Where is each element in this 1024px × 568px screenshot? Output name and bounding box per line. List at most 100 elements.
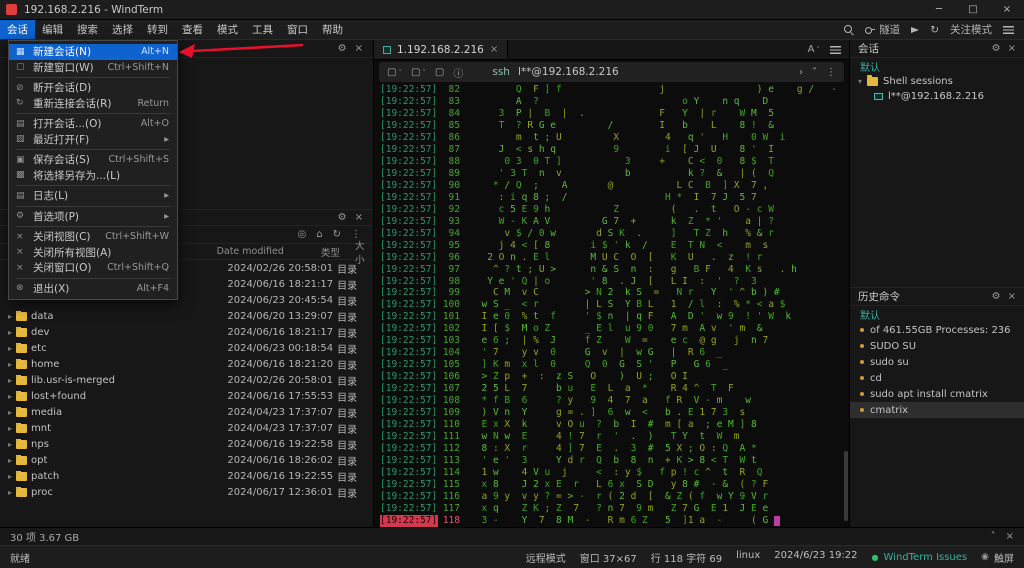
menubar-item-7[interactable]: 模式 (210, 20, 245, 39)
history-item[interactable]: SUDO SU (850, 338, 1024, 354)
statusbar-item-5[interactable]: 2024/6/23 19:22 (774, 550, 857, 565)
menu-item[interactable]: ▤打开会话...(O)Alt+O (9, 116, 177, 132)
expand-caret-icon[interactable]: ▾ (858, 77, 862, 86)
menu-item[interactable]: ▣保存会话(S)Ctrl+Shift+S (9, 152, 177, 168)
menu-item[interactable]: ▢新建窗口(W)Ctrl+Shift+N (9, 60, 177, 76)
history-item[interactable]: of 461.55GB Processes: 236 (850, 322, 1024, 338)
menubar-item-4[interactable]: 选择 (105, 20, 140, 39)
sessions-filter[interactable]: 默认 (850, 58, 1024, 74)
statusbar-item-2[interactable]: 窗口 37×67 (580, 550, 637, 565)
expand-caret-icon[interactable]: ▸ (8, 424, 12, 433)
menubar-item-8[interactable]: 工具 (245, 20, 280, 39)
column-type[interactable]: 类型 (321, 245, 355, 259)
menu-item[interactable]: ×关闭视图(C)Ctrl+Shift+W (9, 229, 177, 245)
expand-caret-icon[interactable]: ▸ (8, 456, 12, 465)
statusbar-item-4[interactable]: linux (736, 550, 760, 565)
terminal-scrollbar[interactable] (844, 451, 848, 521)
expand-caret-icon[interactable]: ▸ (8, 488, 12, 497)
menubar-item-6[interactable]: 查看 (175, 20, 210, 39)
menubar-item-9[interactable]: 窗口 (280, 20, 315, 39)
menubar-item-3[interactable]: 搜索 (70, 20, 105, 39)
menubar-item-2[interactable]: 编辑 (35, 20, 70, 39)
file-row[interactable]: ▸dev2024/06/16 18:21:17目录 (0, 324, 373, 340)
history-item[interactable]: sudo apt install cmatrix (850, 386, 1024, 402)
menu-item[interactable]: ▩将选择另存为...(L) (9, 168, 177, 184)
gear-icon[interactable]: ⚙ (992, 44, 1001, 54)
chevron-right-icon[interactable]: › (799, 67, 803, 78)
send-icon[interactable] (911, 27, 919, 33)
history-filter[interactable]: 默认 (850, 306, 1024, 322)
expand-caret-icon[interactable]: ▸ (8, 440, 12, 449)
expand-caret-icon[interactable]: ▸ (8, 472, 12, 481)
menubar-item-5[interactable]: 转到 (140, 20, 175, 39)
statusbar-item-1[interactable]: 远程模式 (526, 550, 566, 565)
gear-icon[interactable]: ⚙ (992, 292, 1001, 302)
split-pane-icon[interactable]: ▢˅ (411, 67, 426, 78)
touch-mode-button[interactable]: ◉ 触屏 (981, 550, 1014, 565)
file-row[interactable]: ▸data2024/06/20 13:29:07目录 (0, 308, 373, 324)
hamburger-menu-icon[interactable] (1003, 26, 1014, 34)
tree-item-shell-sessions[interactable]: ▾ Shell sessions (850, 74, 1024, 89)
font-size-button[interactable]: A˅ (808, 44, 820, 55)
tab-close-icon[interactable]: × (490, 44, 498, 55)
menu-item[interactable]: ×关闭所有视图(A) (9, 245, 177, 261)
sync-icon[interactable]: ↻ (930, 24, 939, 36)
expand-caret-icon[interactable]: ▸ (8, 376, 12, 385)
history-item[interactable]: sudo su (850, 354, 1024, 370)
menu-item[interactable]: ▤日志(L)▸ (9, 188, 177, 204)
expand-caret-icon[interactable]: ▸ (8, 328, 12, 337)
menu-item[interactable]: ↻重新连接会话(R)Return (9, 96, 177, 112)
menu-item[interactable]: ×关闭窗口(O)Ctrl+Shift+Q (9, 260, 177, 276)
file-row[interactable]: ▸opt2024/06/16 18:26:02目录 (0, 452, 373, 468)
expand-caret-icon[interactable]: ▸ (8, 360, 12, 369)
more-icon[interactable]: ⋮ (826, 67, 836, 78)
minimize-button[interactable]: ─ (922, 0, 956, 19)
file-row[interactable]: ▸etc2024/06/23 00:18:54目录 (0, 340, 373, 356)
search-icon[interactable] (843, 24, 854, 35)
target-icon[interactable]: ◎ (298, 230, 307, 240)
windterm-issues-link[interactable]: ● WindTerm Issues (872, 552, 968, 563)
file-row[interactable]: ▸media2024/04/23 17:37:07目录 (0, 404, 373, 420)
history-item[interactable]: cd (850, 370, 1024, 386)
statusbar-item-3[interactable]: 行 118 字符 69 (651, 550, 722, 565)
expand-caret-icon[interactable]: ▸ (8, 392, 12, 401)
file-row[interactable]: ▸lost+found2024/06/16 17:55:53目录 (0, 388, 373, 404)
gear-icon[interactable]: ⚙ (338, 44, 347, 54)
menu-item[interactable]: ⊘断开会话(D) (9, 80, 177, 96)
menu-item[interactable]: ⚙首选项(P)▸ (9, 209, 177, 225)
terminal-tab[interactable]: 1.192.168.2.216 × (374, 40, 508, 59)
maximize-button[interactable]: □ (956, 0, 990, 19)
file-row[interactable]: ▸nps2024/06/16 19:22:58目录 (0, 436, 373, 452)
new-pane-icon[interactable]: ▢˅ (387, 67, 402, 78)
file-row[interactable]: ▸lib.usr-is-merged2024/02/26 20:58:01目录 (0, 372, 373, 388)
home-icon[interactable]: ⌂ (316, 230, 322, 240)
tab-menu-icon[interactable] (830, 46, 841, 54)
menu-item[interactable]: ▧最近打开(F)▸ (9, 132, 177, 148)
close-panel-icon[interactable]: × (1008, 44, 1016, 54)
close-panel-icon[interactable]: × (1008, 292, 1016, 302)
tunnel-button[interactable]: 隧道 (865, 22, 900, 37)
file-row[interactable]: ▸patch2024/06/16 19:22:55目录 (0, 468, 373, 484)
collapse-icon[interactable]: ˄ (991, 532, 996, 542)
pane-icon[interactable]: ▢ (435, 67, 444, 78)
close-panel-icon[interactable]: × (355, 213, 363, 223)
menu-item[interactable]: ⊗退出(X)Alt+F4 (9, 281, 177, 297)
close-panel-icon[interactable]: × (355, 44, 363, 54)
expand-caret-icon[interactable]: ▸ (8, 408, 12, 417)
ssh-address[interactable]: l**@192.168.2.216 (518, 66, 619, 78)
file-row[interactable]: ▸mnt2024/04/23 17:37:07目录 (0, 420, 373, 436)
tree-item-session[interactable]: l**@192.168.2.216 (850, 89, 1024, 104)
file-row[interactable]: ▸proc2024/06/17 12:36:01目录 (0, 484, 373, 500)
file-row[interactable]: ▸home2024/06/16 18:21:20目录 (0, 356, 373, 372)
column-date-modified[interactable]: Date modified (217, 246, 321, 257)
expand-caret-icon[interactable]: ▸ (8, 344, 12, 353)
gear-icon[interactable]: ⚙ (338, 213, 347, 223)
terminal-content[interactable]: [19:22:57]82 Q F ] f j ) e g / -[19:22:5… (380, 84, 843, 527)
expand-caret-icon[interactable]: ▸ (8, 312, 12, 321)
close-button[interactable]: × (990, 0, 1024, 19)
menubar-item-10[interactable]: 帮助 (315, 20, 350, 39)
chevron-down-icon[interactable]: ˅ (812, 67, 817, 78)
close-panel-icon[interactable]: × (1006, 532, 1014, 542)
focus-mode-button[interactable]: 关注模式 (950, 22, 992, 37)
menubar-item-1[interactable]: 会话 (0, 20, 35, 39)
